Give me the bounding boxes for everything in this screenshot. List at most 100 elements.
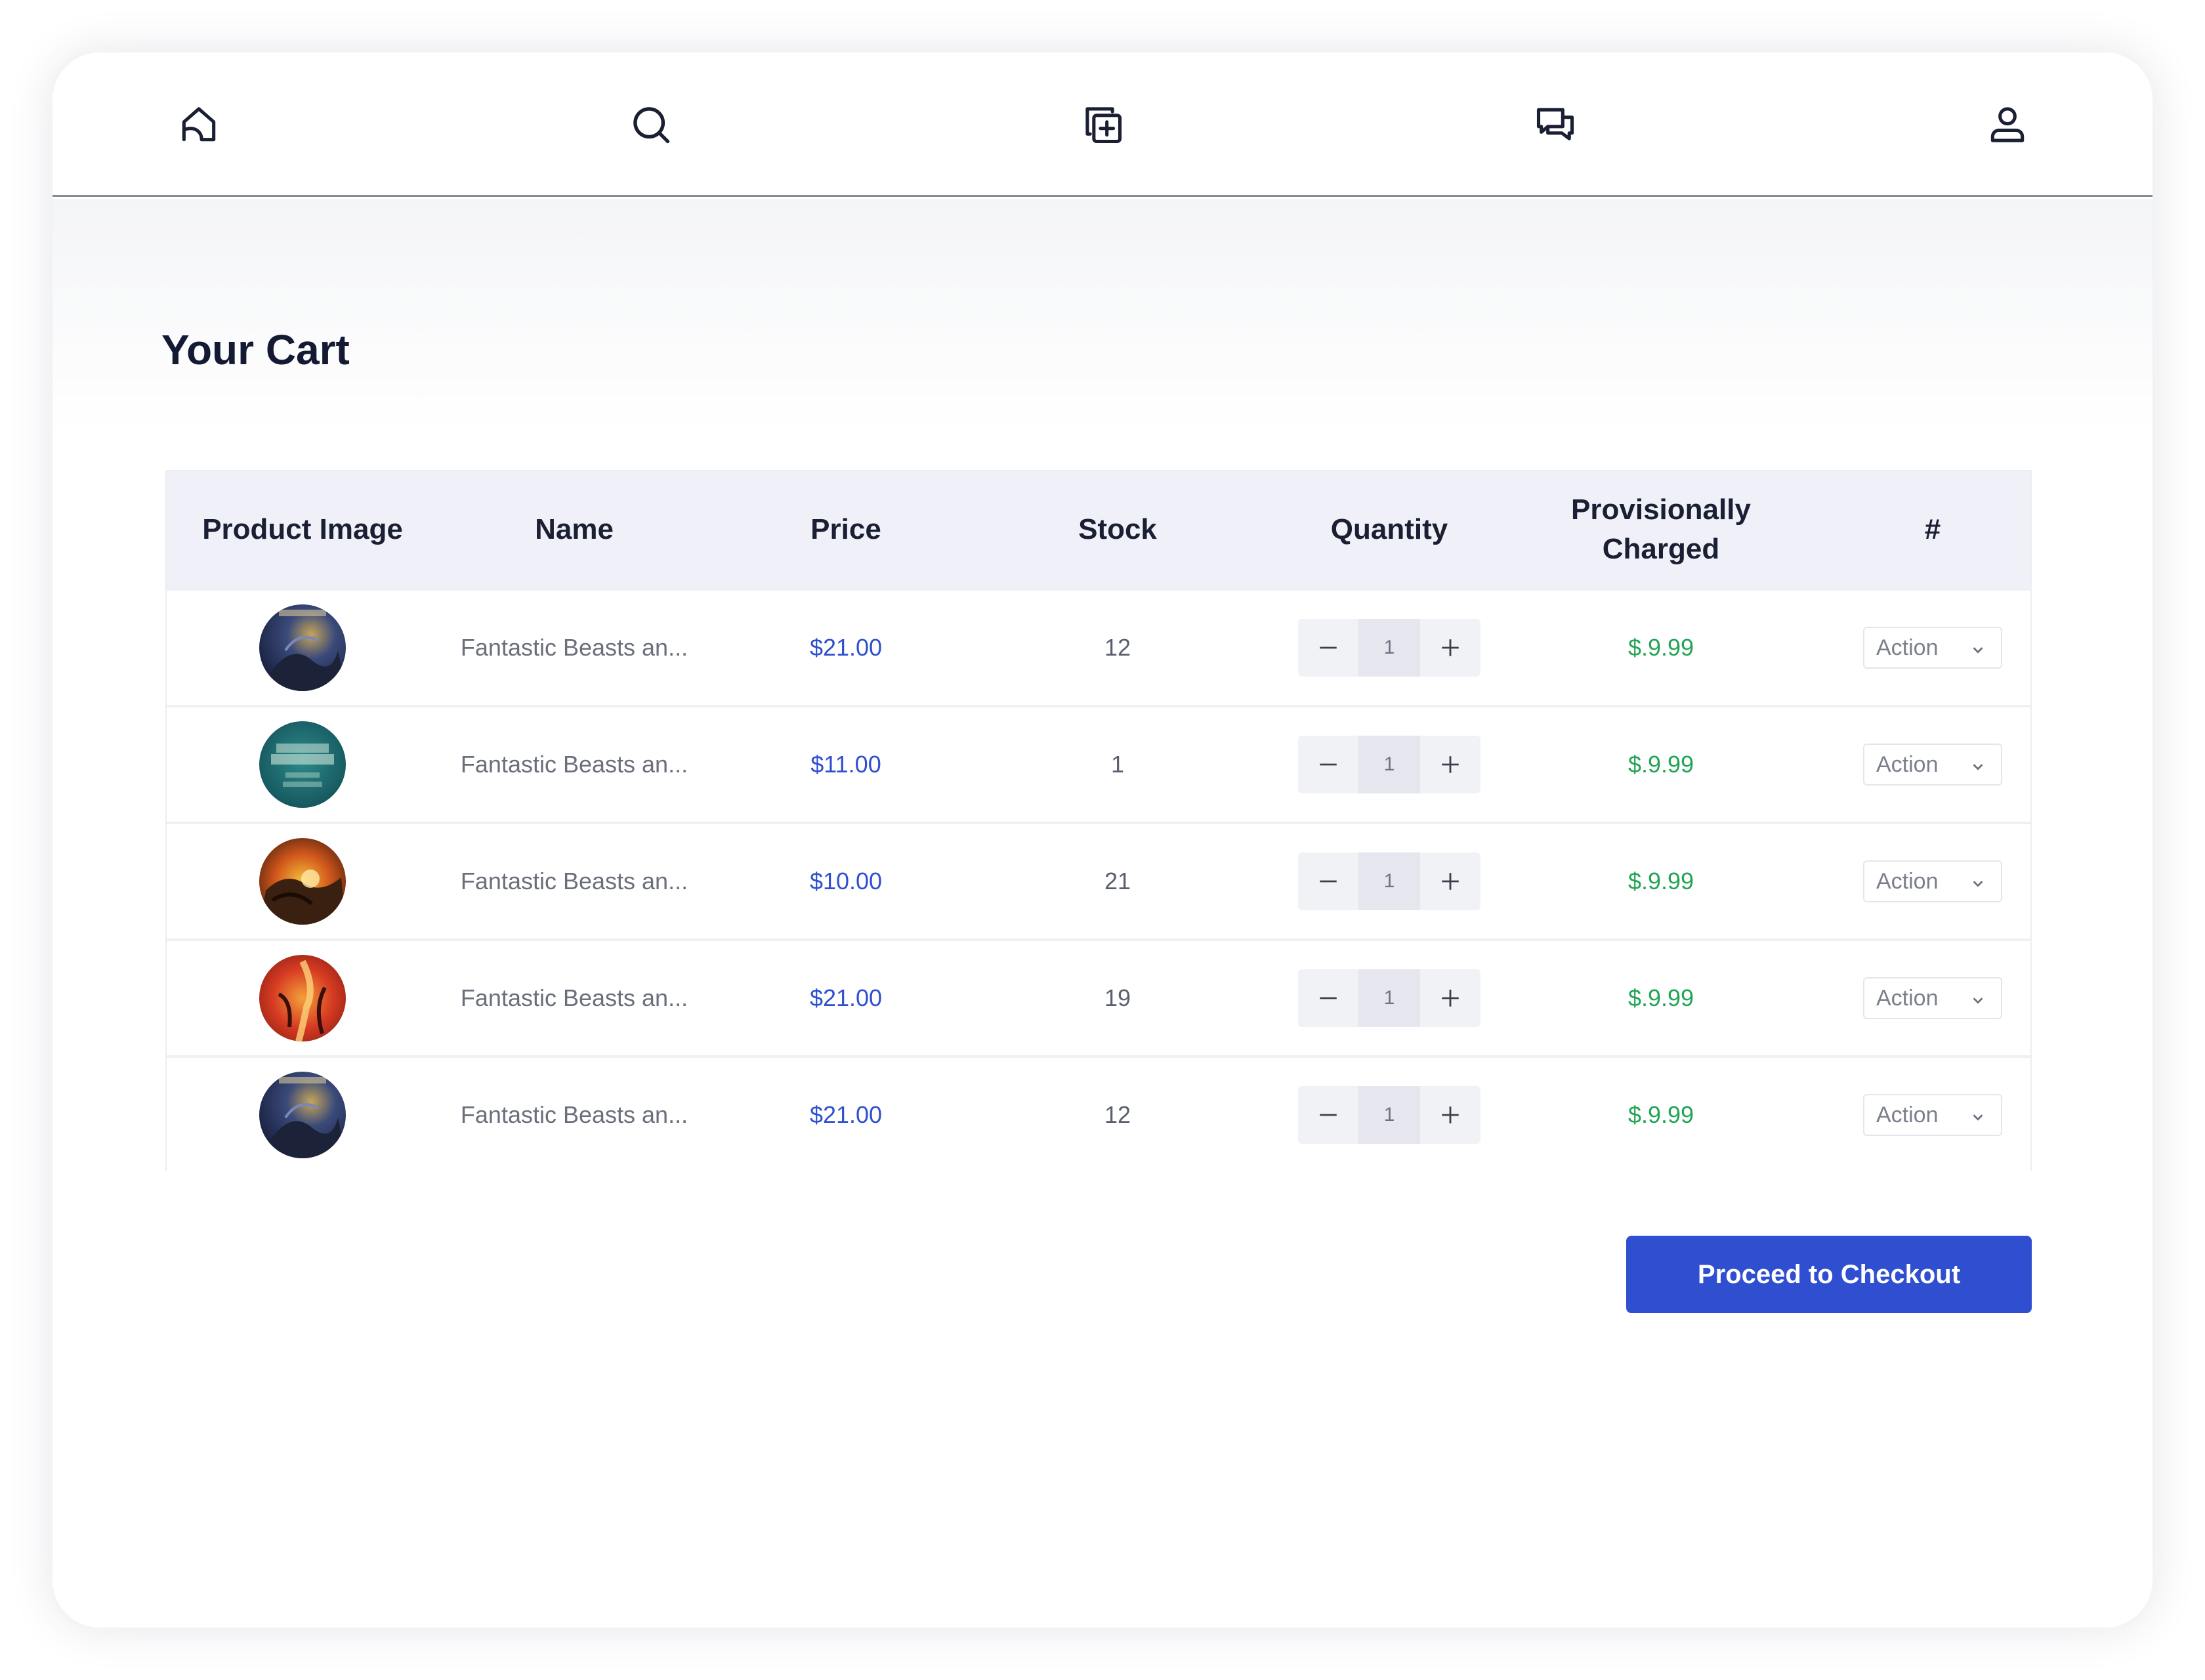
quantity-value[interactable]: 1 bbox=[1358, 736, 1420, 793]
quantity-stepper: 1 bbox=[1298, 619, 1480, 677]
product-image[interactable] bbox=[259, 1072, 346, 1158]
plus-icon bbox=[1442, 756, 1459, 773]
header-stock: Stock bbox=[1078, 513, 1157, 545]
provisionally-charged: $.9.99 bbox=[1628, 984, 1694, 1011]
decrement-button[interactable] bbox=[1298, 736, 1358, 793]
product-stock: 19 bbox=[1104, 984, 1131, 1011]
product-name: Fantastic Beasts an... bbox=[460, 868, 688, 894]
header-product-image: Product Image bbox=[202, 513, 403, 545]
header-provisionally-charged: Provisionally Charged bbox=[1571, 494, 1751, 565]
action-label: Action bbox=[1876, 751, 1939, 777]
quantity-value[interactable]: 1 bbox=[1358, 969, 1420, 1027]
add-item-icon bbox=[1085, 107, 1122, 144]
table-row: Fantastic Beasts an... $21.00 12 1 $.9.9… bbox=[167, 1055, 2030, 1172]
nav-add[interactable] bbox=[1070, 92, 1136, 158]
quantity-stepper: 1 bbox=[1298, 969, 1480, 1027]
product-image[interactable] bbox=[259, 955, 346, 1041]
product-name: Fantastic Beasts an... bbox=[460, 1101, 688, 1128]
product-stock: 21 bbox=[1104, 868, 1131, 894]
book-cover-image bbox=[259, 955, 346, 1041]
table-row: Fantastic Beasts an... $21.00 12 1 $.9.9… bbox=[167, 588, 2030, 705]
product-stock: 1 bbox=[1110, 751, 1125, 778]
nav-messages[interactable] bbox=[1522, 92, 1588, 158]
plus-icon bbox=[1442, 873, 1459, 890]
action-dropdown[interactable]: Action bbox=[1863, 744, 2002, 786]
decrement-button[interactable] bbox=[1298, 969, 1358, 1027]
decrement-button[interactable] bbox=[1298, 1086, 1358, 1144]
nav-home[interactable] bbox=[166, 92, 232, 158]
book-cover-image bbox=[259, 1072, 346, 1158]
increment-button[interactable] bbox=[1420, 1086, 1480, 1144]
minus-icon bbox=[1320, 1114, 1337, 1116]
cart-table: Product Image Name Price Stock Quantity … bbox=[165, 470, 2032, 1172]
page-title: Your Cart bbox=[161, 326, 350, 373]
top-navigation bbox=[52, 52, 2152, 197]
action-dropdown[interactable]: Action bbox=[1863, 977, 2002, 1019]
table-header: Product Image Name Price Stock Quantity … bbox=[167, 471, 2030, 588]
product-image[interactable] bbox=[259, 838, 346, 925]
plus-icon bbox=[1442, 990, 1459, 1007]
chevron-down-icon bbox=[1973, 881, 1983, 887]
book-cover-image bbox=[259, 604, 346, 691]
provisionally-charged: $.9.99 bbox=[1628, 634, 1694, 661]
header-quantity: Quantity bbox=[1330, 513, 1448, 545]
product-price: $21.00 bbox=[809, 984, 883, 1011]
minus-icon bbox=[1320, 763, 1337, 766]
book-cover-image bbox=[259, 721, 346, 808]
product-image[interactable] bbox=[259, 604, 346, 691]
app-window: Your Cart Product Image Name Price Stock… bbox=[52, 52, 2152, 1628]
table-row: Fantastic Beasts an... $21.00 19 1 $.9.9… bbox=[167, 938, 2030, 1055]
decrement-button[interactable] bbox=[1298, 852, 1358, 910]
search-icon bbox=[633, 107, 670, 144]
action-dropdown[interactable]: Action bbox=[1863, 1094, 2002, 1136]
minus-icon bbox=[1320, 646, 1337, 649]
provisionally-charged: $.9.99 bbox=[1628, 1101, 1694, 1128]
product-stock: 12 bbox=[1104, 634, 1131, 661]
chevron-down-icon bbox=[1973, 998, 1983, 1004]
header-price: Price bbox=[810, 513, 881, 545]
increment-button[interactable] bbox=[1420, 852, 1480, 910]
table-row: Fantastic Beasts an... $11.00 1 1 $.9.99… bbox=[167, 705, 2030, 822]
chevron-down-icon bbox=[1973, 647, 1983, 654]
product-name: Fantastic Beasts an... bbox=[460, 751, 688, 778]
chevron-down-icon bbox=[1973, 764, 1983, 770]
product-price: $21.00 bbox=[809, 1101, 883, 1128]
product-price: $10.00 bbox=[809, 868, 883, 894]
nav-profile[interactable] bbox=[1975, 92, 2040, 158]
minus-icon bbox=[1320, 880, 1337, 883]
chevron-down-icon bbox=[1973, 1114, 1983, 1121]
header-hash: # bbox=[1924, 513, 1941, 545]
product-image[interactable] bbox=[259, 721, 346, 808]
main-content: Your Cart Product Image Name Price Stock… bbox=[52, 199, 2152, 1628]
header-name: Name bbox=[535, 513, 614, 545]
action-label: Action bbox=[1876, 1102, 1939, 1127]
provisionally-charged: $.9.99 bbox=[1628, 751, 1694, 778]
decrement-button[interactable] bbox=[1298, 619, 1358, 677]
user-icon bbox=[1990, 107, 2025, 142]
table-row: Fantastic Beasts an... $10.00 21 1 $.9.9… bbox=[167, 822, 2030, 938]
product-price: $21.00 bbox=[809, 634, 883, 661]
product-name: Fantastic Beasts an... bbox=[460, 984, 688, 1011]
proceed-to-checkout-button[interactable]: Proceed to Checkout bbox=[1626, 1236, 2032, 1313]
product-name: Fantastic Beasts an... bbox=[460, 634, 688, 661]
action-dropdown[interactable]: Action bbox=[1863, 627, 2002, 669]
action-label: Action bbox=[1876, 985, 1939, 1011]
minus-icon bbox=[1320, 997, 1337, 999]
quantity-value[interactable]: 1 bbox=[1358, 1086, 1420, 1144]
nav-search[interactable] bbox=[618, 92, 684, 158]
product-stock: 12 bbox=[1104, 1101, 1131, 1128]
increment-button[interactable] bbox=[1420, 736, 1480, 793]
action-dropdown[interactable]: Action bbox=[1863, 860, 2002, 902]
book-cover-image bbox=[259, 838, 346, 925]
plus-icon bbox=[1442, 1106, 1459, 1124]
plus-icon bbox=[1442, 639, 1459, 656]
quantity-stepper: 1 bbox=[1298, 852, 1480, 910]
action-label: Action bbox=[1876, 635, 1939, 660]
home-icon bbox=[182, 107, 216, 142]
chat-icon bbox=[1536, 108, 1574, 140]
quantity-value[interactable]: 1 bbox=[1358, 619, 1420, 677]
increment-button[interactable] bbox=[1420, 619, 1480, 677]
provisionally-charged: $.9.99 bbox=[1628, 868, 1694, 894]
increment-button[interactable] bbox=[1420, 969, 1480, 1027]
quantity-value[interactable]: 1 bbox=[1358, 852, 1420, 910]
